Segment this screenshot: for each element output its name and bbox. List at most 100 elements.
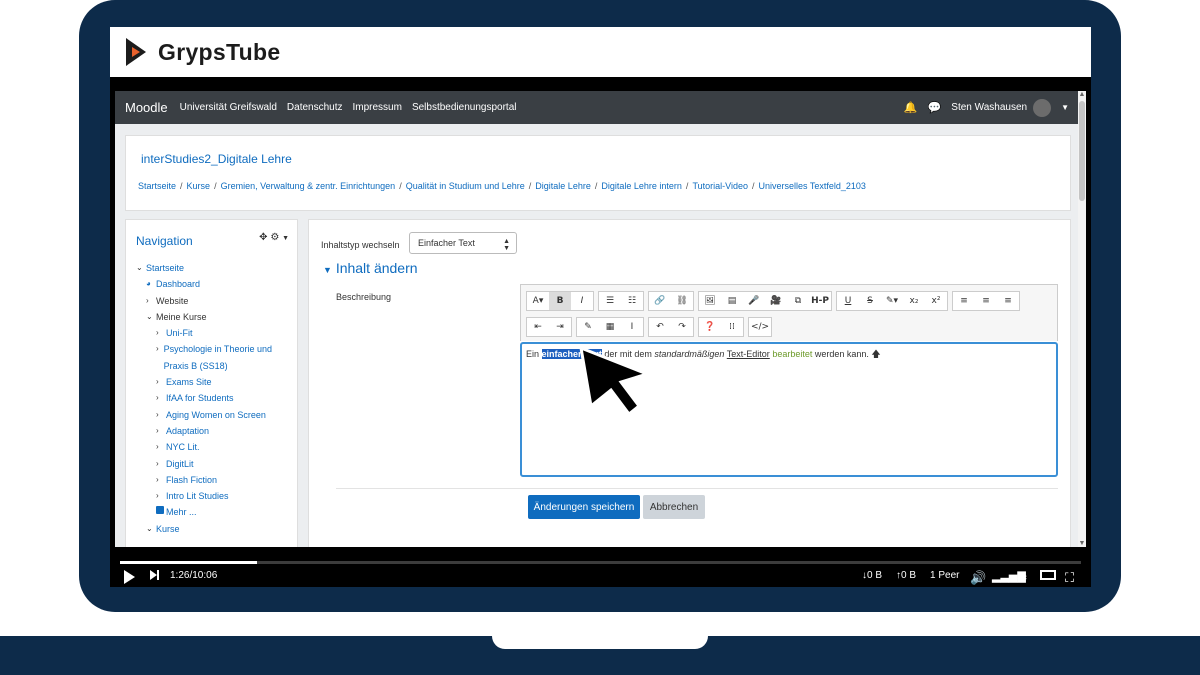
bell-icon[interactable]: 🔔 (904, 101, 918, 114)
toolbar-button[interactable]: H-P (809, 292, 831, 310)
dashboard-icon: ◕ (146, 279, 151, 289)
breadcrumb-item[interactable]: Gremien, Verwaltung & zentr. Einrichtung… (221, 181, 396, 191)
course-title[interactable]: interStudies2_Digitale Lehre (141, 152, 292, 166)
toolbar-button[interactable]: ✎ (577, 318, 599, 336)
nav-tree-item[interactable]: › Flash Fiction (136, 472, 296, 488)
breadcrumb-separator: / (399, 181, 402, 191)
toolbar-button[interactable]: x² (925, 292, 947, 310)
nav-tree-item[interactable]: › Adaptation (136, 423, 296, 439)
toolbar-button[interactable]: 🔗 (649, 292, 671, 310)
toolbar-button[interactable]: U (837, 292, 859, 310)
collapse-icon[interactable]: ▼ (323, 265, 332, 275)
toolbar-button[interactable]: ≡ (953, 292, 975, 310)
toolbar-button[interactable]: ✎▾ (881, 292, 903, 310)
toolbar-button[interactable]: ▤ (721, 292, 743, 310)
settings-gear-icon[interactable]: ⚙ (1016, 570, 1028, 586)
toolbar-button[interactable]: 🖼 (699, 292, 721, 310)
user-name[interactable]: Sten Washausen (951, 102, 1027, 113)
scroll-up-icon[interactable]: ▲ (1078, 91, 1086, 98)
breadcrumb-item[interactable]: Universelles Textfeld_2103 (758, 181, 865, 191)
toolbar-button[interactable]: ▦ (599, 318, 621, 336)
nav-tree-item[interactable]: › Website (136, 293, 296, 309)
nav-tree-item[interactable]: › Aging Women on Screen (136, 407, 296, 423)
toolbar-button[interactable]: ❓ (699, 318, 721, 336)
fullscreen-icon[interactable]: ⛶ (1065, 570, 1074, 586)
course-header: interStudies2_Digitale Lehre Startseite /… (125, 135, 1071, 211)
nav-link-impressum[interactable]: Impressum (353, 102, 402, 113)
breadcrumb-item[interactable]: Kurse (187, 181, 211, 191)
toolbar-button[interactable]: ⇥ (549, 318, 571, 336)
volume-icon[interactable]: 🔊 (970, 570, 986, 586)
editor-toolbar: A▾ B I ☰ ☷ 🔗 ⛓ 🖼 ▤ 🎤 🎥 ⧉ H-P U S ✎▾ x₂ x² ≡ ≡ ≡ ⇤ ⇥ ✎ ▦ I ↶ ↷ ❓ ⁞⁞ </> (520, 284, 1058, 341)
save-button[interactable]: Änderungen speichern (528, 495, 640, 519)
toolbar-button[interactable]: </> (749, 318, 771, 336)
nav-tree-item[interactable]: ⌄ Startseite (136, 260, 296, 276)
nav-link-datenschutz[interactable]: Datenschutz (287, 102, 343, 113)
scroll-thumb[interactable] (1079, 101, 1085, 201)
toolbar-button[interactable]: 🎤 (743, 292, 765, 310)
breadcrumb-item[interactable]: Qualität in Studium und Lehre (406, 181, 525, 191)
next-button[interactable] (150, 570, 159, 580)
chevron-right-icon: › (156, 409, 159, 419)
toolbar-button[interactable]: I (571, 292, 593, 310)
nav-tree-label: IfAA for Students (166, 393, 234, 404)
cancel-button[interactable]: Abbrechen (643, 495, 705, 519)
scroll-down-icon[interactable]: ▼ (1078, 540, 1086, 547)
play-icon (124, 570, 135, 584)
caret-down-icon[interactable]: ▼ (282, 235, 289, 242)
toolbar-button[interactable]: ⇤ (527, 318, 549, 336)
toolbar-button[interactable]: S (859, 292, 881, 310)
moodle-brand[interactable]: Moodle (125, 100, 168, 115)
toolbar-button[interactable]: ≡ (997, 292, 1019, 310)
progress-track[interactable] (120, 561, 1081, 564)
content-type-select[interactable]: Einfacher Text ▲ ▼ (409, 232, 517, 254)
nav-tree-item[interactable]: ⌄ Meine Kurse (136, 309, 296, 325)
toolbar-button[interactable]: ≡ (975, 292, 997, 310)
select-caret-icon: ▲ ▼ (503, 238, 510, 252)
nav-link-universitaet[interactable]: Universität Greifswald (180, 102, 277, 113)
site-title[interactable]: GrypsTube (158, 39, 280, 66)
toolbar-button[interactable]: ⛓ (671, 292, 693, 310)
nav-tree-item[interactable]: ◕ Dashboard (136, 276, 296, 292)
caret-down-icon[interactable]: ▼ (1061, 103, 1069, 112)
download-stat: ↓0 B (862, 570, 883, 581)
section-title[interactable]: ▼ Inhalt ändern (323, 260, 418, 276)
breadcrumb-item[interactable]: Digitale Lehre intern (601, 181, 682, 191)
avatar[interactable] (1033, 98, 1052, 117)
page-scrollbar[interactable]: ▲ ▼ (1078, 91, 1086, 547)
chat-icon[interactable]: 💬 (928, 101, 942, 114)
toolbar-button[interactable]: A▾ (527, 292, 549, 310)
toolbar-button[interactable]: ⁞⁞ (721, 318, 743, 336)
breadcrumb-item[interactable]: Digitale Lehre (535, 181, 591, 191)
toolbar-button[interactable]: I (621, 318, 643, 336)
theater-mode-icon[interactable] (1040, 570, 1056, 580)
nav-tree-item[interactable]: › Psychologie in Theorie und Praxis B (SS… (136, 341, 296, 374)
move-icon[interactable]: ✥ (259, 232, 267, 243)
chevron-right-icon: › (156, 328, 159, 338)
breadcrumb: Startseite / Kurse / Gremien, Verwaltung & z… (138, 181, 866, 191)
nav-tree-item[interactable]: › Intro Lit Studies (136, 488, 296, 504)
nav-tree-item[interactable]: › IfAA for Students (136, 390, 296, 406)
nav-link-selbstbedienung[interactable]: Selbstbedienungsportal (412, 102, 517, 113)
play-button[interactable] (124, 570, 135, 584)
toolbar-button[interactable]: B (549, 292, 571, 310)
toolbar-button[interactable]: ☰ (599, 292, 621, 310)
breadcrumb-item[interactable]: Tutorial-Video (692, 181, 748, 191)
toolbar-button[interactable]: ⧉ (787, 292, 809, 310)
toolbar-button[interactable]: x₂ (903, 292, 925, 310)
toolbar-button[interactable]: ↷ (671, 318, 693, 336)
breadcrumb-separator: / (214, 181, 217, 191)
nav-tree-label: Adaptation (166, 425, 210, 436)
nav-tree-item[interactable]: › Uni-Fit (136, 325, 296, 341)
nav-tree-item[interactable]: › Exams Site (136, 374, 296, 390)
toolbar-button[interactable]: 🎥 (765, 292, 787, 310)
nav-tree-item[interactable]: ⌄ Kurse (136, 521, 296, 537)
toolbar-button[interactable]: ☷ (621, 292, 643, 310)
skip-next-icon (150, 570, 159, 580)
breadcrumb-item[interactable]: Startseite (138, 181, 176, 191)
nav-tree-item[interactable]: › NYC Lit. (136, 439, 296, 455)
gear-icon[interactable]: ⚙ (270, 232, 279, 243)
toolbar-button[interactable]: ↶ (649, 318, 671, 336)
nav-tree-item[interactable]: Mehr ... (136, 504, 296, 520)
nav-tree-item[interactable]: › DigitLit (136, 456, 296, 472)
